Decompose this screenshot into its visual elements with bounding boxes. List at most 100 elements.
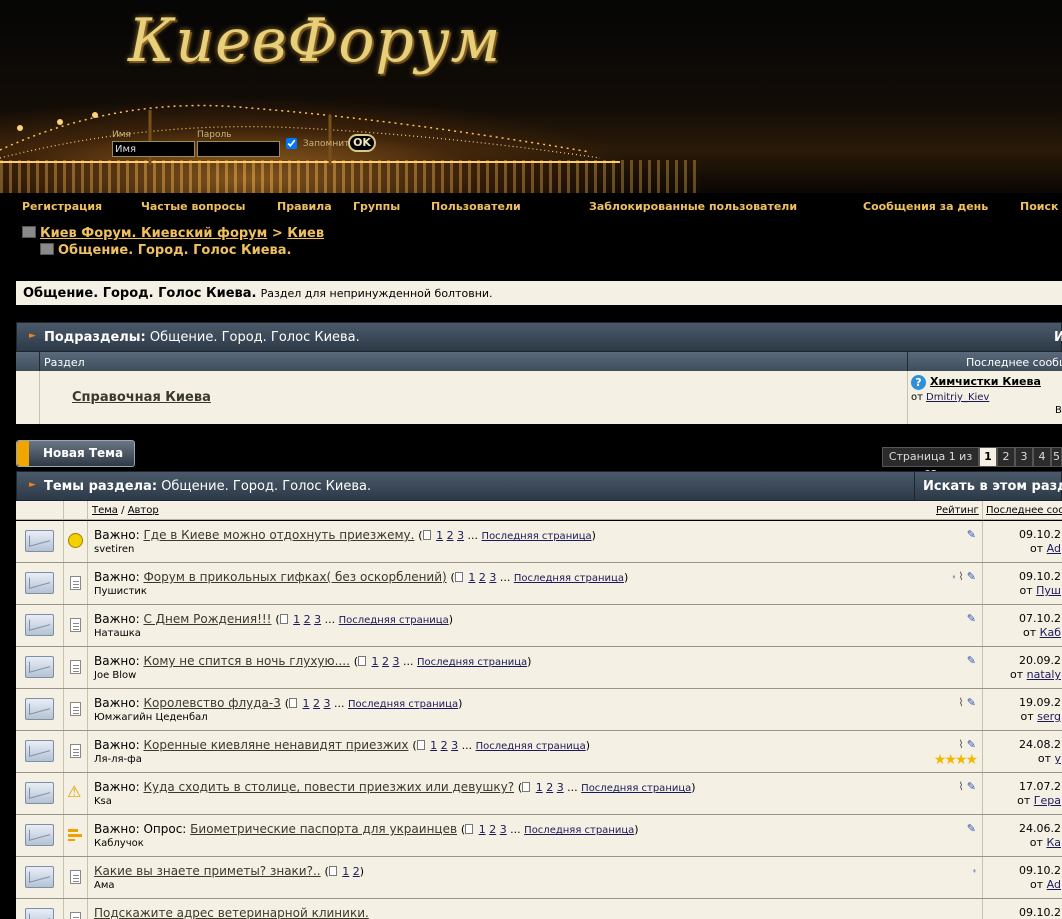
topic-page-link[interactable]: 2 bbox=[353, 865, 360, 878]
topic-page-link[interactable]: 3 bbox=[451, 739, 458, 752]
page-link[interactable]: 2 bbox=[997, 447, 1015, 467]
last-post-user-link[interactable]: nataly bbox=[1027, 668, 1061, 681]
sort-by-last-post-link[interactable]: Последнее сооб bbox=[986, 505, 1062, 516]
topic-page-link[interactable]: 3 bbox=[500, 823, 507, 836]
remember-me[interactable]: Запомнить bbox=[286, 138, 355, 149]
envelope-icon[interactable] bbox=[25, 698, 54, 720]
last-post-user-link[interactable]: Ad bbox=[1047, 542, 1061, 555]
topic-title-link[interactable]: С Днем Рождения!!! bbox=[143, 612, 271, 626]
search-in-forum-link[interactable]: Искать в этом разде bbox=[923, 479, 1062, 494]
topic-last-page-link[interactable]: Последняя страница bbox=[417, 657, 527, 668]
topic-page-link[interactable]: 1 bbox=[468, 571, 475, 584]
nav-register[interactable]: Регистрация bbox=[22, 200, 102, 213]
topic-title-link[interactable]: Где в Киеве можно отдохнуть приезжему. bbox=[143, 528, 414, 542]
page-link[interactable]: 5 bbox=[1051, 447, 1062, 467]
topic-title-link[interactable]: Королевство флуда-3 bbox=[143, 696, 280, 710]
topic-last-page-link[interactable]: Последняя страница bbox=[476, 741, 586, 752]
topic-page-link[interactable]: 3 bbox=[457, 529, 464, 542]
nav-groups[interactable]: Группы bbox=[353, 200, 400, 213]
last-post-user-link[interactable]: Гера bbox=[1034, 794, 1061, 807]
topic-title-link[interactable]: Форум в прикольных гифках( без оскорблен… bbox=[143, 570, 446, 584]
topics-title: Общение. Город. Голос Киева. bbox=[161, 479, 372, 494]
subforum-link[interactable]: Справочная Киева bbox=[72, 390, 211, 405]
pager-label: Страница 1 из 63 bbox=[882, 447, 979, 481]
topic-title-link[interactable]: Куда сходить в столице, повести приезжих… bbox=[143, 780, 514, 794]
attachment-icon: ⌇ bbox=[958, 738, 964, 751]
topic-page-link[interactable]: 1 bbox=[303, 697, 310, 710]
topic-page-link[interactable]: 1 bbox=[479, 823, 486, 836]
envelope-icon[interactable] bbox=[25, 824, 54, 846]
topic-page-link[interactable]: 3 bbox=[324, 697, 331, 710]
last-post-user-link[interactable]: Каб bbox=[1040, 626, 1061, 639]
envelope-icon[interactable] bbox=[25, 866, 54, 888]
topic-title-link[interactable]: Биометрические паспорта для украинцев bbox=[190, 822, 457, 836]
sort-by-author-link[interactable]: Автор bbox=[128, 505, 159, 516]
page-link[interactable]: 4 bbox=[1033, 447, 1051, 467]
nav-rules[interactable]: Правила bbox=[277, 200, 332, 213]
topic-page-link[interactable]: 1 bbox=[436, 529, 443, 542]
envelope-icon[interactable] bbox=[25, 782, 54, 804]
envelope-icon[interactable] bbox=[25, 908, 54, 919]
topic-last-page-link[interactable]: Последняя страница bbox=[482, 531, 592, 542]
topic-page-link[interactable]: 2 bbox=[304, 613, 311, 626]
new-topic-button[interactable]: Новая Тема bbox=[16, 440, 135, 467]
topic-last-post-cell: 19.09.2 от serg bbox=[982, 689, 1062, 730]
breadcrumb-root-link[interactable]: Киев Форум. Киевский форум bbox=[40, 226, 267, 241]
topic-last-page-link[interactable]: Последняя страница bbox=[339, 615, 449, 626]
topic-page-link[interactable]: 1 bbox=[536, 781, 543, 794]
last-post-user-link[interactable]: Ка bbox=[1046, 836, 1061, 849]
envelope-icon[interactable] bbox=[25, 740, 54, 762]
topic-page-link[interactable]: 2 bbox=[546, 781, 553, 794]
page-link-current[interactable]: 1 bbox=[979, 447, 997, 467]
remember-checkbox[interactable] bbox=[286, 138, 297, 149]
last-post-user-link[interactable]: у bbox=[1054, 752, 1061, 765]
password-input[interactable] bbox=[197, 141, 280, 157]
site-logo[interactable]: КиевФорум bbox=[128, 6, 501, 76]
topic-page-link[interactable]: 3 bbox=[489, 571, 496, 584]
topic-title-link[interactable]: Подскажите адрес ветеринарной клиники. bbox=[94, 906, 369, 919]
topic-page-link[interactable]: 2 bbox=[441, 739, 448, 752]
collapse-arrow-icon[interactable]: ► bbox=[29, 480, 36, 490]
login-ok-button[interactable]: OK bbox=[348, 134, 376, 152]
username-input[interactable] bbox=[112, 141, 195, 157]
envelope-icon[interactable] bbox=[25, 530, 54, 552]
topic-page-link[interactable]: 2 bbox=[313, 697, 320, 710]
topic-last-page-link[interactable]: Последняя страница bbox=[524, 825, 634, 836]
topic-page-link[interactable]: 2 bbox=[479, 571, 486, 584]
topic-title-link[interactable]: Кому не спится в ночь глухую.... bbox=[143, 654, 349, 668]
topic-page-link[interactable]: 1 bbox=[293, 613, 300, 626]
col-last-post-header: Последнее сообщ bbox=[966, 356, 1062, 369]
topic-last-page-link[interactable]: Последняя страница bbox=[581, 783, 691, 794]
envelope-icon[interactable] bbox=[25, 656, 54, 678]
envelope-icon[interactable] bbox=[25, 614, 54, 636]
collapse-arrow-icon[interactable]: ► bbox=[29, 331, 36, 341]
topic-page-link[interactable]: 3 bbox=[557, 781, 564, 794]
page-link[interactable]: 3 bbox=[1015, 447, 1033, 467]
subforum-last-thread-link[interactable]: Химчистки Киева bbox=[930, 375, 1041, 388]
breadcrumb-section-link[interactable]: Киев bbox=[287, 226, 324, 241]
topic-page-link[interactable]: 2 bbox=[382, 655, 389, 668]
topic-page-link[interactable]: 2 bbox=[447, 529, 454, 542]
topic-page-link[interactable]: 3 bbox=[393, 655, 400, 668]
nav-search[interactable]: Поиск bbox=[1020, 200, 1058, 213]
last-post-user-link[interactable]: serg bbox=[1037, 710, 1061, 723]
nav-users[interactable]: Пользователи bbox=[431, 200, 521, 213]
topic-page-link[interactable]: 1 bbox=[372, 655, 379, 668]
topic-page-link[interactable]: 3 bbox=[314, 613, 321, 626]
nav-faq[interactable]: Частые вопросы bbox=[141, 200, 245, 213]
last-post-user-link[interactable]: Пуш bbox=[1036, 584, 1061, 597]
sort-by-rating-link[interactable]: Рейтинг bbox=[936, 505, 979, 516]
topic-page-link[interactable]: 1 bbox=[430, 739, 437, 752]
topic-last-page-link[interactable]: Последняя страница bbox=[514, 573, 624, 584]
topic-last-page-link[interactable]: Последняя страница bbox=[348, 699, 458, 710]
topic-title-link[interactable]: Какие вы знаете приметы? знаки?.. bbox=[94, 864, 321, 878]
last-post-user-link[interactable]: Ad bbox=[1047, 878, 1061, 891]
nav-todays-posts[interactable]: Сообщения за день bbox=[863, 200, 988, 213]
topic-page-link[interactable]: 2 bbox=[489, 823, 496, 836]
subforum-last-user-link[interactable]: Dmitriy_Kiev bbox=[926, 392, 989, 403]
sort-by-topic-link[interactable]: Тема bbox=[92, 505, 118, 516]
nav-banned-users[interactable]: Заблокированные пользователи bbox=[589, 200, 797, 213]
topic-page-link[interactable]: 1 bbox=[342, 865, 349, 878]
topic-title-link[interactable]: Коренные киевляне ненавидят приезжих bbox=[143, 738, 408, 752]
envelope-icon[interactable] bbox=[25, 572, 54, 594]
